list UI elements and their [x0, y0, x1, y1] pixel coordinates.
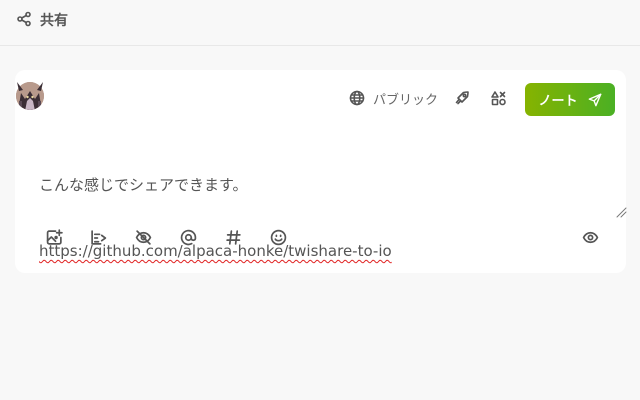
local-only-button[interactable] [452, 88, 472, 108]
post-button-label: ノート [538, 94, 578, 109]
page-title: 共有 [40, 13, 68, 29]
note-text-line: こんな感じでシェアできます。 [39, 176, 248, 194]
page-header: 共有 [0, 0, 640, 46]
attach-image-button[interactable] [44, 227, 64, 247]
rocket-icon [455, 91, 469, 105]
preview-toggle-button[interactable] [580, 227, 600, 247]
at-icon [180, 229, 196, 245]
avatar[interactable] [15, 79, 45, 111]
emoji-icon [270, 229, 286, 245]
shapes-icon [491, 91, 506, 106]
send-icon [588, 93, 601, 106]
hashtag-button[interactable] [223, 227, 243, 247]
poll-button[interactable] [88, 227, 108, 247]
reaction-accept-button[interactable] [489, 88, 509, 108]
hide-content-button[interactable] [133, 227, 153, 247]
eye-off-icon [135, 229, 151, 245]
mention-button[interactable] [178, 227, 198, 247]
image-add-icon [46, 228, 63, 245]
globe-icon [349, 90, 365, 106]
note-text-url: https://github.com/alpaca-honke/twishare… [39, 242, 392, 260]
share-icon [17, 11, 31, 27]
post-button[interactable]: ノート [525, 83, 615, 116]
visibility-button[interactable]: パブリック [349, 88, 438, 108]
hashtag-icon [225, 229, 241, 245]
note-composer: パブリック ノート こんな感じでシェアできます。 https://github.… [15, 70, 629, 273]
poll-icon [90, 229, 106, 245]
resize-handle[interactable] [615, 206, 627, 218]
visibility-label: パブリック [373, 92, 439, 108]
note-text-area[interactable]: こんな感じでシェアできます。 https://github.com/alpaca… [39, 130, 629, 260]
eye-icon [582, 231, 598, 243]
emoji-button[interactable] [268, 227, 288, 247]
